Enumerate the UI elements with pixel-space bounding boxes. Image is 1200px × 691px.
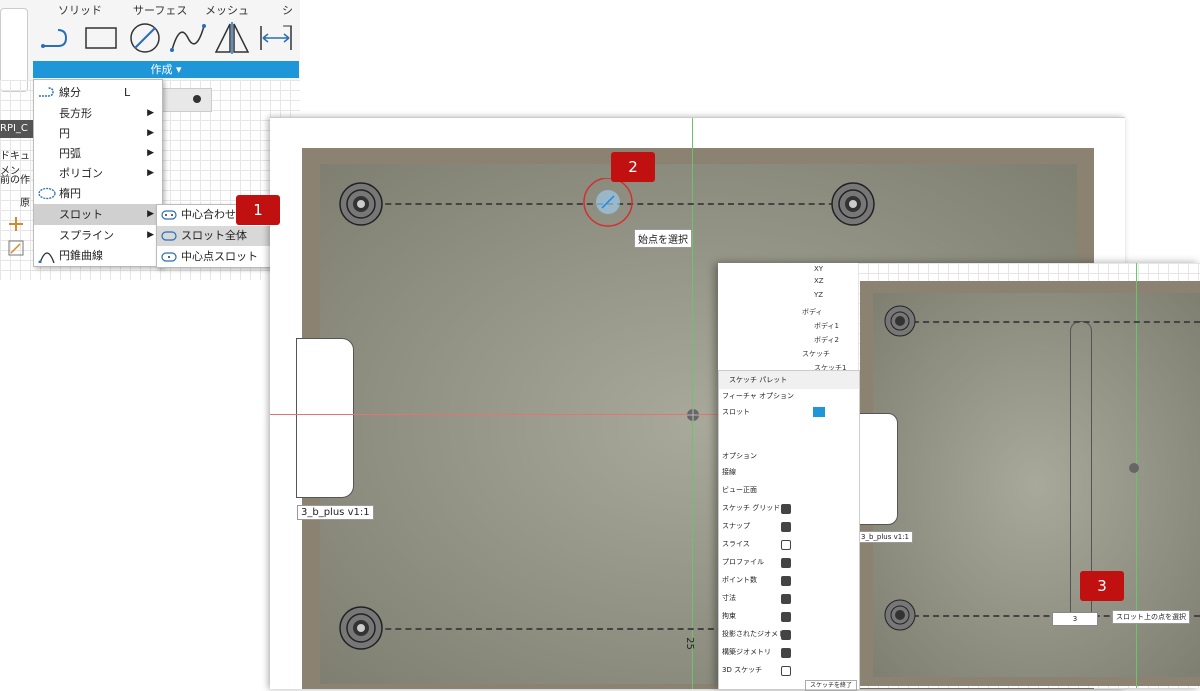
finish-sketch-button[interactable]: スケッチを終了 — [805, 680, 857, 691]
submenu-center-point-slot[interactable]: 中心点スロット — [157, 247, 270, 267]
collapse-button[interactable] — [162, 88, 212, 112]
zoomed-hole-top — [884, 305, 916, 337]
tree-item-sketches[interactable]: スケッチ — [802, 349, 830, 359]
option-projected-geometry[interactable]: 投影されたジオメトリ — [719, 625, 859, 643]
tab-surface[interactable]: サーフェス — [133, 2, 187, 18]
tree-item-body1[interactable]: ボディ1 — [814, 321, 839, 331]
menu-item-spline[interactable]: スプライン ▶ — [34, 225, 162, 246]
menu-item-ellipse[interactable]: 楕円 — [34, 183, 162, 204]
toolbar: ソリッド サーフェス メッシュ シー 作成 ▾ — [0, 0, 300, 92]
mirror-tool-icon[interactable] — [214, 22, 250, 54]
option-profile[interactable]: プロファイル — [719, 553, 859, 571]
start-point-highlight — [583, 178, 633, 227]
checkbox-points[interactable] — [781, 576, 791, 586]
browser-tree: XY XZ YZ ボディ ボディ1 ボディ2 スケッチ スケッチ1 — [758, 263, 858, 372]
mount-hole-top-left — [339, 182, 383, 226]
menu-item-circle[interactable]: 円 ▶ — [34, 123, 162, 144]
origin-icon — [687, 409, 699, 421]
point-on-slot-tooltip: スロット上の点を選択 — [1112, 610, 1190, 624]
option-constraints[interactable]: 拘束 — [719, 607, 859, 625]
tree-item-yz[interactable]: YZ — [814, 291, 823, 299]
start-point-tooltip: 始点を選択 — [634, 229, 692, 248]
overall-slot-icon — [161, 231, 177, 241]
checkbox-profile[interactable] — [781, 558, 791, 568]
zoomed-origin-icon — [1129, 463, 1139, 473]
tree-item-bodies[interactable]: ボディ — [802, 307, 823, 317]
spline-tool-icon[interactable] — [170, 22, 206, 54]
zoomed-side-cutout — [858, 413, 898, 525]
checkbox-3d-sketch[interactable] — [781, 666, 791, 676]
side-cutout — [296, 338, 354, 498]
create-menu-button[interactable]: 作成 ▾ — [33, 61, 299, 78]
tab-mesh[interactable]: メッシュ — [205, 2, 249, 18]
checkbox-constraints[interactable] — [781, 612, 791, 622]
option-sketch-grid[interactable]: スケッチ グリッド — [719, 499, 859, 517]
minus-icon — [193, 95, 201, 103]
checkbox-snap[interactable] — [781, 522, 791, 532]
submenu-overall-slot[interactable]: スロット全体 — [157, 226, 270, 246]
menu-item-polygon[interactable]: ポリゴン ▶ — [34, 163, 162, 184]
option-snap[interactable]: スナップ — [719, 517, 859, 535]
zoomed-y-axis — [1136, 263, 1137, 688]
checkbox-dimensions[interactable] — [781, 594, 791, 604]
option-points[interactable]: ポイント数 — [719, 571, 859, 589]
mount-hole-top-right — [831, 182, 875, 226]
step-badge-2: 2 — [611, 152, 655, 182]
tree-item-xz[interactable]: XZ — [814, 277, 824, 285]
menu-item-line[interactable]: 線分 L — [34, 82, 162, 103]
mount-hole-bottom-left — [339, 606, 383, 650]
dimension-tool-icon[interactable] — [258, 22, 294, 54]
circle-tool-icon[interactable] — [127, 22, 163, 54]
step-badge-3: 3 — [1080, 571, 1124, 601]
option-construction-geometry[interactable]: 構築ジオメトリ — [719, 643, 859, 661]
tree-item-xy[interactable]: XY — [814, 265, 823, 273]
center-point-slot-icon — [161, 252, 177, 262]
option-3d-sketch[interactable]: 3D スケッチ — [719, 661, 859, 679]
menu-item-conic-curve[interactable]: 円錐曲線 — [34, 245, 162, 266]
origin-label: 原 — [20, 198, 30, 209]
create-dropdown-menu: 線分 L 長方形 ▶ 円 ▶ 円弧 ▶ ポリゴン ▶ 楕円 スロット ▶ スプライン ▶ 円錐… — [33, 79, 163, 267]
previous-label: 前の作 — [0, 175, 30, 186]
dimension-text: 25 — [683, 637, 695, 650]
menu-item-slot[interactable]: スロット ▶ — [34, 204, 162, 225]
tab-solid[interactable]: ソリッド — [58, 2, 102, 18]
option-tangent[interactable]: 接線 — [719, 463, 859, 481]
overall-slot-option-icon[interactable] — [813, 407, 825, 417]
sketch-icon[interactable] — [8, 240, 24, 256]
component-label: 3_b_plus v1:1 — [297, 505, 374, 520]
conic-curve-icon — [38, 252, 55, 263]
rectangle-tool-icon[interactable] — [84, 22, 120, 54]
length-input[interactable]: 3 — [1052, 612, 1098, 626]
menu-item-arc[interactable]: 円弧 ▶ — [34, 143, 162, 164]
step-badge-1: 1 — [236, 195, 280, 225]
sketch-point-icon[interactable] — [8, 216, 24, 232]
center-slot-icon — [161, 210, 177, 220]
menu-item-rectangle[interactable]: 長方形 ▶ — [34, 103, 162, 124]
checkbox-slice[interactable] — [781, 540, 791, 550]
sketch-palette: スケッチ パレット フィーチャ オプション スロット オプション 接線 ビュー正… — [718, 370, 860, 691]
browser-header: RPI_C — [0, 120, 33, 138]
checkbox-construction-geometry[interactable] — [781, 648, 791, 658]
zoomed-component-label: 3_b_plus v1:1 — [857, 531, 914, 543]
line-icon — [39, 87, 54, 97]
option-dimensions[interactable]: 寸法 — [719, 589, 859, 607]
option-look-at[interactable]: ビュー正面 — [719, 481, 859, 499]
tree-item-body2[interactable]: ボディ2 — [814, 335, 839, 345]
slot-type-row: スロット — [719, 403, 859, 421]
checkbox-sketch-grid[interactable] — [781, 504, 791, 514]
zoomed-construction-line-top — [903, 321, 1200, 323]
ellipse-icon — [38, 187, 56, 200]
zoomed-hole-bottom — [884, 599, 916, 631]
line-tool-icon[interactable] — [40, 22, 76, 54]
option-slice[interactable]: スライス — [719, 535, 859, 553]
checkbox-projected-geometry[interactable] — [781, 630, 791, 640]
